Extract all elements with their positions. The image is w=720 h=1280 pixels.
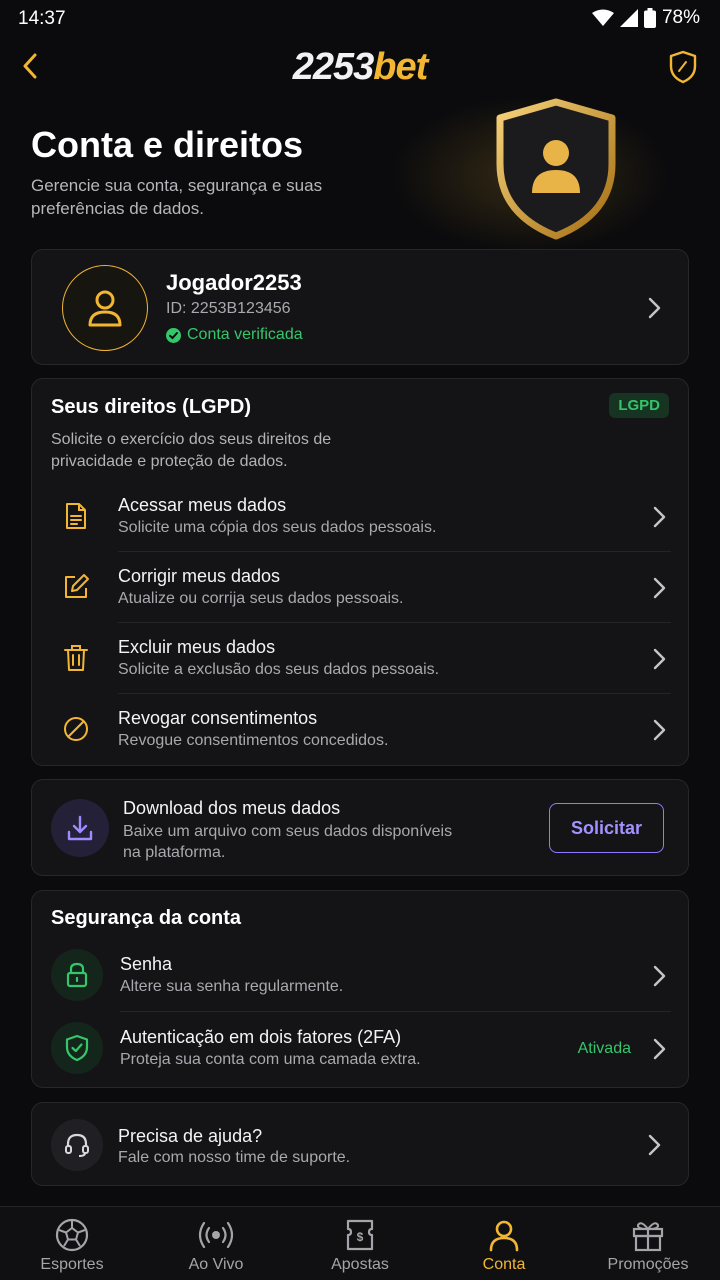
rights-item-correct[interactable]: Corrigir meus dados Atualize ou corrija … (51, 552, 671, 623)
rights-item-title: Acessar meus dados (118, 495, 287, 515)
rights-item-subtitle: Solicite a exclusão dos seus dados pesso… (118, 661, 440, 678)
security-item-title: Senha (120, 954, 173, 974)
request-download-button[interactable]: Solicitar (549, 803, 664, 853)
rights-card: Seus direitos (LGPD) LGPD Solicite o exe… (31, 378, 689, 766)
nav-item-esportes[interactable]: Esportes (0, 1207, 144, 1280)
lock-icon-badge (51, 949, 103, 1001)
chevron-right-icon (653, 648, 666, 670)
avatar (62, 265, 148, 351)
shield-check-icon (65, 1034, 89, 1062)
divider (120, 1011, 671, 1012)
download-subtitle: Baixe um arquivo com seus dados disponív… (123, 823, 453, 861)
nav-label: Conta (482, 1256, 526, 1273)
rights-item-subtitle: Atualize ou corrija seus dados pessoais. (118, 590, 404, 607)
nav-label: Promoções (607, 1256, 689, 1273)
ticket-icon: $ (346, 1219, 374, 1251)
security-item-subtitle: Altere sua senha regularmente. (120, 978, 344, 995)
verified-status: Conta verificada (166, 326, 303, 344)
download-data-card: Download dos meus dados Baixe um arquivo… (31, 779, 689, 876)
check-circle-icon (166, 327, 181, 343)
rights-description: Solicite o exercício dos seus direitos d… (51, 431, 332, 470)
page-title: Conta e direitos (31, 124, 304, 165)
profile-card[interactable]: Jogador2253 ID: 2253B123456 Conta verifi… (31, 249, 689, 365)
rights-item-subtitle: Revogue consentimentos concedidos. (118, 732, 389, 749)
2fa-status: Ativada (577, 1040, 631, 1057)
security-item-subtitle: Proteja sua conta com uma camada extra. (120, 1051, 421, 1068)
brand-logo: 2253bet (292, 46, 429, 88)
lock-icon (66, 962, 88, 988)
rights-title: Seus direitos (LGPD) (51, 396, 252, 418)
security-card: Segurança da conta Senha Altere sua senh… (31, 890, 689, 1088)
nav-item-apostas[interactable]: $ Apostas (288, 1207, 432, 1280)
profile-username: Jogador2253 (166, 270, 302, 295)
rights-item-title: Excluir meus dados (118, 637, 276, 657)
shield-check-icon-badge (51, 1022, 103, 1074)
nav-label: Ao Vivo (188, 1256, 244, 1273)
security-item-title: Autenticação em dois fatores (2FA) (120, 1027, 402, 1047)
nav-item-promocoes[interactable]: Promoções (576, 1207, 720, 1280)
rights-item-title: Corrigir meus dados (118, 566, 281, 586)
svg-text:$: $ (357, 1230, 364, 1244)
block-icon (64, 717, 88, 741)
top-bar: 2253bet (0, 38, 720, 96)
rights-item-title: Revogar consentimentos (118, 708, 318, 728)
status-icons: 78% (591, 7, 700, 29)
rights-item-delete[interactable]: Excluir meus dados Solicite a exclusão d… (51, 623, 671, 694)
bottom-nav: Esportes Ao Vivo $ Apostas Conta Promoçõ… (0, 1206, 720, 1280)
shield-icon (669, 50, 697, 84)
download-icon-badge (51, 799, 109, 857)
chevron-right-icon (648, 1134, 661, 1156)
chevron-right-icon (653, 506, 666, 528)
nav-item-ao-vivo[interactable]: Ao Vivo (144, 1207, 288, 1280)
download-title: Download dos meus dados (123, 798, 341, 818)
battery-icon (643, 8, 656, 28)
chevron-right-icon (653, 577, 666, 599)
page-subtitle: Gerencie sua conta, segurança e suas pre… (31, 176, 323, 218)
status-bar: 14:37 78% (0, 0, 720, 38)
headset-icon (65, 1133, 89, 1157)
rights-item-revoke[interactable]: Revogar consentimentos Revogue consentim… (51, 694, 671, 765)
soccer-ball-icon (55, 1218, 89, 1252)
help-title: Precisa de ajuda? (118, 1126, 263, 1146)
nav-label: Apostas (331, 1256, 389, 1273)
edit-icon (65, 574, 89, 598)
headset-icon-badge (51, 1119, 103, 1171)
nav-label: Esportes (40, 1256, 104, 1273)
wifi-icon (591, 9, 614, 26)
gift-icon (632, 1222, 664, 1252)
rights-item-subtitle: Solicite uma cópia dos seus dados pessoa… (118, 519, 437, 536)
profile-id: ID: 2253B123456 (166, 300, 291, 317)
trash-icon (64, 645, 88, 671)
download-icon (67, 815, 93, 841)
document-icon (66, 503, 86, 529)
battery-level: 78% (661, 7, 700, 28)
signal-icon (619, 9, 638, 27)
user-icon (88, 290, 122, 327)
verified-label: Conta verificada (187, 326, 303, 343)
nav-item-conta[interactable]: Conta (432, 1207, 576, 1280)
chevron-right-icon (653, 1038, 666, 1060)
chevron-right-icon (648, 297, 661, 319)
security-title: Segurança da conta (51, 907, 242, 929)
lgpd-badge: LGPD (609, 393, 669, 418)
shield-user-icon (496, 98, 616, 240)
live-icon (198, 1221, 234, 1249)
user-icon (489, 1220, 519, 1252)
chevron-right-icon (653, 719, 666, 741)
security-item-password[interactable]: Senha Altere sua senha regularmente. (51, 940, 671, 1012)
chevron-right-icon (653, 965, 666, 987)
help-card[interactable]: Precisa de ajuda? Fale com nosso time de… (31, 1102, 689, 1186)
rights-item-access[interactable]: Acessar meus dados Solicite uma cópia do… (51, 481, 671, 552)
status-time: 14:37 (18, 8, 66, 29)
help-subtitle: Fale com nosso time de suporte. (118, 1149, 351, 1166)
security-item-2fa[interactable]: Autenticação em dois fatores (2FA) Prote… (51, 1013, 671, 1085)
security-shield-button[interactable] (668, 50, 700, 84)
